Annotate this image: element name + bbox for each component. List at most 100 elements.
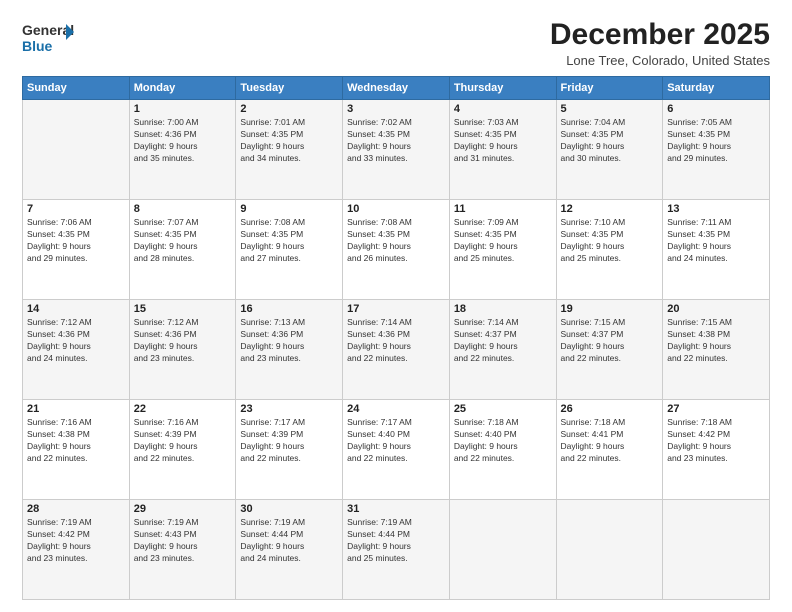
header-day-friday: Friday	[556, 77, 663, 100]
day-number: 16	[240, 303, 338, 315]
day-info: Sunrise: 7:00 AMSunset: 4:36 PMDaylight:…	[134, 117, 232, 165]
calendar-cell	[449, 500, 556, 600]
calendar-cell	[556, 500, 663, 600]
calendar-week-3: 14 Sunrise: 7:12 AMSunset: 4:36 PMDayligh…	[23, 300, 770, 400]
day-info: Sunrise: 7:13 AMSunset: 4:36 PMDaylight:…	[240, 317, 338, 365]
calendar-cell: 7 Sunrise: 7:06 AMSunset: 4:35 PMDaylight…	[23, 200, 130, 300]
calendar-cell: 31Sunrise: 7:19 AMSunset: 4:44 PMDayligh…	[343, 500, 450, 600]
calendar-week-2: 7 Sunrise: 7:06 AMSunset: 4:35 PMDaylight…	[23, 200, 770, 300]
day-info: Sunrise: 7:04 AMSunset: 4:35 PMDaylight:…	[561, 117, 659, 165]
day-info: Sunrise: 7:07 AMSunset: 4:35 PMDaylight:…	[134, 217, 232, 265]
day-info: Sunrise: 7:01 AMSunset: 4:35 PMDaylight:…	[240, 117, 338, 165]
calendar-cell: 24 Sunrise: 7:17 AMSunset: 4:40 PMDayligh…	[343, 400, 450, 500]
day-number: 18	[454, 303, 552, 315]
header-day-saturday: Saturday	[663, 77, 770, 100]
subtitle: Lone Tree, Colorado, United States	[550, 53, 770, 68]
day-number: 3	[347, 103, 445, 115]
calendar-header: SundayMondayTuesdayWednesdayThursdayFrid…	[23, 77, 770, 100]
calendar-cell	[663, 500, 770, 600]
day-number: 10	[347, 203, 445, 215]
day-number: 25	[454, 403, 552, 415]
svg-text:Blue: Blue	[22, 38, 53, 54]
day-number: 8	[134, 203, 232, 215]
day-info: Sunrise: 7:05 AMSunset: 4:35 PMDaylight:…	[667, 117, 765, 165]
day-number: 29	[134, 503, 232, 515]
calendar-cell: 3 Sunrise: 7:02 AMSunset: 4:35 PMDaylight…	[343, 100, 450, 200]
calendar-cell: 20 Sunrise: 7:15 AMSunset: 4:38 PMDayligh…	[663, 300, 770, 400]
day-number: 24	[347, 403, 445, 415]
day-number: 2	[240, 103, 338, 115]
day-info: Sunrise: 7:09 AMSunset: 4:35 PMDaylight:…	[454, 217, 552, 265]
day-number: 7	[27, 203, 125, 215]
day-info: Sunrise: 7:19 AMSunset: 4:42 PMDaylight:…	[27, 517, 125, 565]
day-info: Sunrise: 7:18 AMSunset: 4:41 PMDaylight:…	[561, 417, 659, 465]
calendar-cell: 30Sunrise: 7:19 AMSunset: 4:44 PMDayligh…	[236, 500, 343, 600]
header-day-tuesday: Tuesday	[236, 77, 343, 100]
day-number: 4	[454, 103, 552, 115]
day-info: Sunrise: 7:14 AMSunset: 4:36 PMDaylight:…	[347, 317, 445, 365]
day-number: 23	[240, 403, 338, 415]
day-number: 13	[667, 203, 765, 215]
calendar-cell: 6Sunrise: 7:05 AMSunset: 4:35 PMDaylight…	[663, 100, 770, 200]
day-info: Sunrise: 7:08 AMSunset: 4:35 PMDaylight:…	[240, 217, 338, 265]
header-row: SundayMondayTuesdayWednesdayThursdayFrid…	[23, 77, 770, 100]
calendar-week-4: 21 Sunrise: 7:16 AMSunset: 4:38 PMDayligh…	[23, 400, 770, 500]
header-day-monday: Monday	[129, 77, 236, 100]
day-number: 19	[561, 303, 659, 315]
day-info: Sunrise: 7:19 AMSunset: 4:44 PMDaylight:…	[347, 517, 445, 565]
calendar-cell: 11Sunrise: 7:09 AMSunset: 4:35 PMDayligh…	[449, 200, 556, 300]
day-info: Sunrise: 7:02 AMSunset: 4:35 PMDaylight:…	[347, 117, 445, 165]
calendar-cell: 15 Sunrise: 7:12 AMSunset: 4:36 PMDayligh…	[129, 300, 236, 400]
day-info: Sunrise: 7:19 AMSunset: 4:43 PMDaylight:…	[134, 517, 232, 565]
title-block: December 2025 Lone Tree, Colorado, Unite…	[550, 18, 770, 68]
calendar-cell: 2 Sunrise: 7:01 AMSunset: 4:35 PMDaylight…	[236, 100, 343, 200]
day-info: Sunrise: 7:16 AMSunset: 4:38 PMDaylight:…	[27, 417, 125, 465]
day-info: Sunrise: 7:17 AMSunset: 4:40 PMDaylight:…	[347, 417, 445, 465]
day-number: 28	[27, 503, 125, 515]
calendar-cell: 16 Sunrise: 7:13 AMSunset: 4:36 PMDayligh…	[236, 300, 343, 400]
calendar-week-1: 1 Sunrise: 7:00 AMSunset: 4:36 PMDaylight…	[23, 100, 770, 200]
day-info: Sunrise: 7:15 AMSunset: 4:38 PMDaylight:…	[667, 317, 765, 365]
day-info: Sunrise: 7:12 AMSunset: 4:36 PMDaylight:…	[134, 317, 232, 365]
calendar-cell: 4 Sunrise: 7:03 AMSunset: 4:35 PMDaylight…	[449, 100, 556, 200]
calendar-cell: 14 Sunrise: 7:12 AMSunset: 4:36 PMDayligh…	[23, 300, 130, 400]
calendar-cell: 23Sunrise: 7:17 AMSunset: 4:39 PMDayligh…	[236, 400, 343, 500]
day-info: Sunrise: 7:06 AMSunset: 4:35 PMDaylight:…	[27, 217, 125, 265]
day-info: Sunrise: 7:03 AMSunset: 4:35 PMDaylight:…	[454, 117, 552, 165]
day-number: 30	[240, 503, 338, 515]
day-number: 12	[561, 203, 659, 215]
header-day-wednesday: Wednesday	[343, 77, 450, 100]
calendar-table: SundayMondayTuesdayWednesdayThursdayFrid…	[22, 76, 770, 600]
day-number: 1	[134, 103, 232, 115]
main-title: December 2025	[550, 18, 770, 51]
day-info: Sunrise: 7:14 AMSunset: 4:37 PMDaylight:…	[454, 317, 552, 365]
calendar-cell: 22Sunrise: 7:16 AMSunset: 4:39 PMDayligh…	[129, 400, 236, 500]
day-number: 20	[667, 303, 765, 315]
header: GeneralBlue December 2025 Lone Tree, Col…	[22, 18, 770, 68]
day-number: 15	[134, 303, 232, 315]
calendar-cell: 10Sunrise: 7:08 AMSunset: 4:35 PMDayligh…	[343, 200, 450, 300]
day-number: 14	[27, 303, 125, 315]
day-number: 27	[667, 403, 765, 415]
day-info: Sunrise: 7:18 AMSunset: 4:40 PMDaylight:…	[454, 417, 552, 465]
calendar-cell: 29 Sunrise: 7:19 AMSunset: 4:43 PMDayligh…	[129, 500, 236, 600]
day-info: Sunrise: 7:10 AMSunset: 4:35 PMDaylight:…	[561, 217, 659, 265]
header-day-thursday: Thursday	[449, 77, 556, 100]
calendar-cell: 26 Sunrise: 7:18 AMSunset: 4:41 PMDayligh…	[556, 400, 663, 500]
calendar-cell	[23, 100, 130, 200]
day-info: Sunrise: 7:12 AMSunset: 4:36 PMDaylight:…	[27, 317, 125, 365]
calendar-cell: 5Sunrise: 7:04 AMSunset: 4:35 PMDaylight…	[556, 100, 663, 200]
day-info: Sunrise: 7:16 AMSunset: 4:39 PMDaylight:…	[134, 417, 232, 465]
day-number: 26	[561, 403, 659, 415]
calendar-cell: 27Sunrise: 7:18 AMSunset: 4:42 PMDayligh…	[663, 400, 770, 500]
day-number: 17	[347, 303, 445, 315]
logo: GeneralBlue	[22, 18, 74, 56]
day-info: Sunrise: 7:11 AMSunset: 4:35 PMDaylight:…	[667, 217, 765, 265]
calendar-cell: 18 Sunrise: 7:14 AMSunset: 4:37 PMDayligh…	[449, 300, 556, 400]
calendar-cell: 13 Sunrise: 7:11 AMSunset: 4:35 PMDayligh…	[663, 200, 770, 300]
day-number: 21	[27, 403, 125, 415]
calendar-cell: 1 Sunrise: 7:00 AMSunset: 4:36 PMDaylight…	[129, 100, 236, 200]
logo-svg: GeneralBlue	[22, 18, 74, 56]
calendar-cell: 21 Sunrise: 7:16 AMSunset: 4:38 PMDayligh…	[23, 400, 130, 500]
header-day-sunday: Sunday	[23, 77, 130, 100]
